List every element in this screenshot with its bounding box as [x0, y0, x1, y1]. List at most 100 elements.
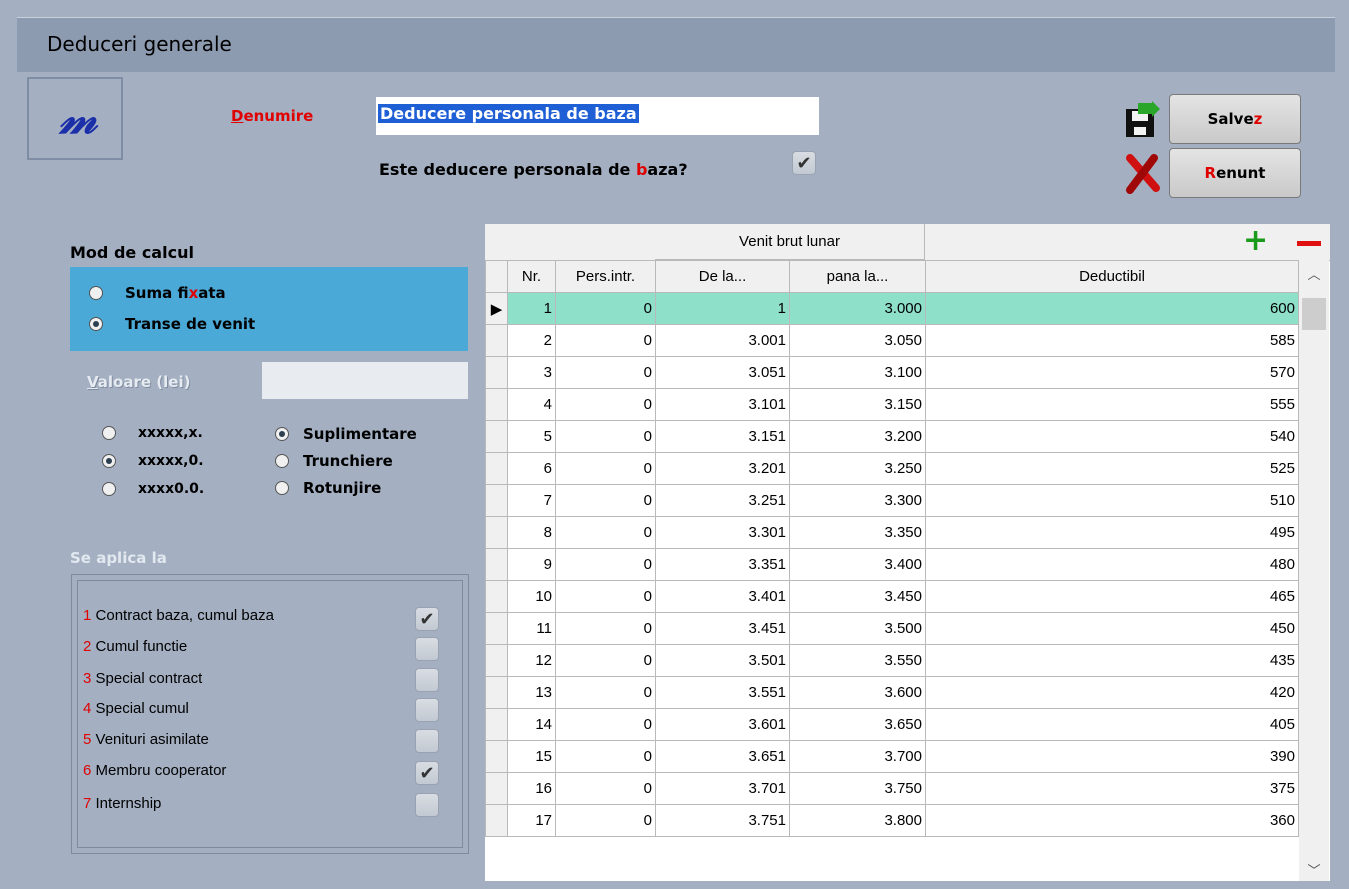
table-row[interactable]: 12 0 3.501 3.550 435 — [485, 644, 1299, 677]
mode-option-rotunjire[interactable]: Rotunjire — [275, 479, 417, 497]
row-indicator[interactable] — [485, 548, 508, 581]
table-row[interactable]: 15 0 3.651 3.700 390 — [485, 740, 1299, 773]
cell-panala[interactable]: 3.550 — [789, 644, 926, 677]
cell-dela[interactable]: 3.601 — [655, 708, 790, 741]
cell-dela[interactable]: 3.701 — [655, 772, 790, 805]
row-indicator[interactable] — [485, 580, 508, 613]
cell-panala[interactable]: 3.350 — [789, 516, 926, 549]
cell-nr[interactable]: 8 — [507, 516, 556, 549]
cell-panala[interactable]: 3.600 — [789, 676, 926, 709]
cell-dela[interactable]: 3.301 — [655, 516, 790, 549]
cell-dela[interactable]: 3.551 — [655, 676, 790, 709]
denumire-input[interactable]: Deducere personala de baza — [376, 97, 819, 135]
cell-deductibil[interactable]: 450 — [925, 612, 1299, 645]
cell-deductibil[interactable]: 540 — [925, 420, 1299, 453]
row-indicator[interactable] — [485, 676, 508, 709]
cell-pers[interactable]: 0 — [555, 420, 656, 453]
cell-nr[interactable]: 3 — [507, 356, 556, 389]
cell-deductibil[interactable]: 435 — [925, 644, 1299, 677]
cell-deductibil[interactable]: 360 — [925, 804, 1299, 837]
cell-dela[interactable]: 3.651 — [655, 740, 790, 773]
cell-dela[interactable]: 3.401 — [655, 580, 790, 613]
format-radio-1[interactable] — [102, 426, 116, 440]
mode-radio-1[interactable] — [275, 427, 289, 441]
table-row[interactable]: 8 0 3.301 3.350 495 — [485, 516, 1299, 549]
col-header-nr[interactable]: Nr. — [507, 260, 556, 293]
row-indicator[interactable] — [485, 484, 508, 517]
mode-option-suplimentare[interactable]: Suplimentare — [275, 425, 417, 443]
row-indicator[interactable] — [485, 324, 508, 357]
cell-nr[interactable]: 13 — [507, 676, 556, 709]
cell-deductibil[interactable]: 420 — [925, 676, 1299, 709]
save-button[interactable]: Salve z — [1169, 94, 1301, 144]
table-row[interactable]: 2 0 3.001 3.050 585 — [485, 324, 1299, 357]
format-option-3[interactable]: xxxx0.0. — [102, 481, 204, 497]
row-indicator[interactable] — [485, 356, 508, 389]
cell-nr[interactable]: 4 — [507, 388, 556, 421]
cell-nr[interactable]: 2 — [507, 324, 556, 357]
mode-radio-3[interactable] — [275, 481, 289, 495]
cell-panala[interactable]: 3.150 — [789, 388, 926, 421]
row-indicator[interactable] — [485, 708, 508, 741]
cell-pers[interactable]: 0 — [555, 324, 656, 357]
cell-nr[interactable]: 1 — [507, 292, 556, 325]
cell-dela[interactable]: 3.001 — [655, 324, 790, 357]
format-radio-3[interactable] — [102, 482, 116, 496]
cell-panala[interactable]: 3.100 — [789, 356, 926, 389]
cell-panala[interactable]: 3.800 — [789, 804, 926, 837]
mode-option-trunchiere[interactable]: Trunchiere — [275, 452, 417, 470]
cell-nr[interactable]: 14 — [507, 708, 556, 741]
cell-pers[interactable]: 0 — [555, 804, 656, 837]
row-indicator[interactable] — [485, 804, 508, 837]
col-header-deductibil[interactable]: Deductibil — [925, 260, 1299, 293]
aplica-checkbox-2[interactable] — [415, 637, 439, 661]
table-row[interactable]: 3 0 3.051 3.100 570 — [485, 356, 1299, 389]
cell-panala[interactable]: 3.500 — [789, 612, 926, 645]
row-indicator[interactable]: ▶ — [485, 292, 508, 325]
table-row[interactable]: 16 0 3.701 3.750 375 — [485, 772, 1299, 805]
scroll-thumb[interactable] — [1302, 298, 1326, 330]
cell-panala[interactable]: 3.400 — [789, 548, 926, 581]
cell-pers[interactable]: 0 — [555, 644, 656, 677]
scroll-up-icon[interactable]: ︿ — [1299, 264, 1329, 283]
table-row[interactable]: 7 0 3.251 3.300 510 — [485, 484, 1299, 517]
scroll-down-icon[interactable]: ﹀ — [1299, 860, 1329, 879]
suma-fixata-radio[interactable] — [89, 286, 103, 300]
aplica-checkbox-1[interactable]: ✔ — [415, 607, 439, 631]
cell-deductibil[interactable]: 510 — [925, 484, 1299, 517]
aplica-checkbox-5[interactable] — [415, 729, 439, 753]
table-row[interactable]: ▶ 1 0 1 3.000 600 — [485, 292, 1299, 325]
cell-panala[interactable]: 3.250 — [789, 452, 926, 485]
aplica-checkbox-3[interactable] — [415, 668, 439, 692]
cell-panala[interactable]: 3.700 — [789, 740, 926, 773]
cell-deductibil[interactable]: 600 — [925, 292, 1299, 325]
cell-nr[interactable]: 7 — [507, 484, 556, 517]
table-row[interactable]: 4 0 3.101 3.150 555 — [485, 388, 1299, 421]
format-radio-2[interactable] — [102, 454, 116, 468]
cell-dela[interactable]: 1 — [655, 292, 790, 325]
cell-panala[interactable]: 3.450 — [789, 580, 926, 613]
cell-pers[interactable]: 0 — [555, 484, 656, 517]
cell-panala[interactable]: 3.750 — [789, 772, 926, 805]
cell-pers[interactable]: 0 — [555, 580, 656, 613]
cell-nr[interactable]: 12 — [507, 644, 556, 677]
aplica-checkbox-7[interactable] — [415, 793, 439, 817]
cell-panala[interactable]: 3.050 — [789, 324, 926, 357]
cell-deductibil[interactable]: 585 — [925, 324, 1299, 357]
remove-row-icon[interactable] — [1297, 241, 1321, 246]
cell-pers[interactable]: 0 — [555, 516, 656, 549]
cell-nr[interactable]: 15 — [507, 740, 556, 773]
row-indicator[interactable] — [485, 612, 508, 645]
cell-pers[interactable]: 0 — [555, 452, 656, 485]
cell-pers[interactable]: 0 — [555, 612, 656, 645]
transe-venit-radio[interactable] — [89, 317, 103, 331]
cell-dela[interactable]: 3.151 — [655, 420, 790, 453]
cell-deductibil[interactable]: 405 — [925, 708, 1299, 741]
cell-nr[interactable]: 17 — [507, 804, 556, 837]
cell-deductibil[interactable]: 480 — [925, 548, 1299, 581]
grid-scrollbar[interactable]: ︿ ﹀ — [1299, 260, 1329, 881]
row-indicator[interactable] — [485, 740, 508, 773]
cell-pers[interactable]: 0 — [555, 676, 656, 709]
col-header-panala[interactable]: pana la... — [789, 260, 926, 293]
row-indicator[interactable] — [485, 420, 508, 453]
